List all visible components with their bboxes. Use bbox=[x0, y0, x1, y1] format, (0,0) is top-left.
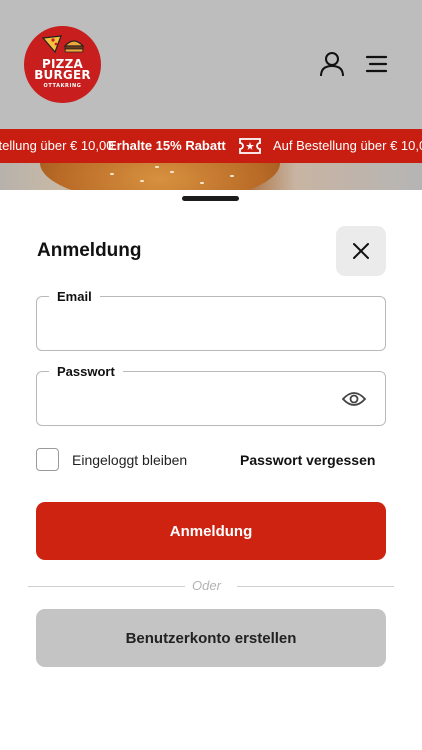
sesame-seed bbox=[170, 171, 174, 173]
brand-logo[interactable]: PIZZA BURGER OTTAKRING bbox=[24, 26, 101, 103]
logo-text-burger: BURGER bbox=[34, 67, 91, 82]
email-label: Email bbox=[49, 289, 100, 304]
password-field[interactable]: Passwort bbox=[36, 364, 386, 426]
coupon-ticket-icon bbox=[239, 138, 261, 154]
eye-icon[interactable] bbox=[341, 389, 367, 409]
login-button[interactable]: Anmeldung bbox=[36, 502, 386, 560]
divider-right bbox=[237, 586, 394, 587]
logo-text-ottakring: OTTAKRING bbox=[43, 82, 82, 89]
user-icon[interactable] bbox=[319, 51, 345, 77]
password-label: Passwort bbox=[49, 364, 123, 379]
food-hero-image bbox=[0, 163, 422, 193]
create-account-button[interactable]: Benutzerkonto erstellen bbox=[36, 609, 386, 667]
promo-banner: stellung über € 10,00 Erhalte 15% Rabatt… bbox=[0, 129, 422, 163]
sheet-title: Anmeldung bbox=[37, 240, 142, 261]
remember-me-label: Eingeloggt bleiben bbox=[72, 452, 188, 468]
close-button[interactable] bbox=[336, 226, 386, 276]
sesame-seed bbox=[155, 166, 159, 168]
sesame-seed bbox=[200, 182, 204, 184]
email-field[interactable]: Email bbox=[36, 289, 386, 351]
sheet-drag-handle[interactable] bbox=[182, 196, 239, 201]
sesame-seed bbox=[140, 180, 144, 182]
app-header: PIZZA BURGER OTTAKRING bbox=[0, 0, 422, 129]
pizza-burger-emblem-icon bbox=[41, 35, 84, 54]
email-input[interactable] bbox=[49, 313, 339, 337]
burger-bun-image bbox=[40, 163, 280, 193]
promo-text-discount: Erhalte 15% Rabatt bbox=[108, 138, 226, 153]
divider-left bbox=[28, 586, 185, 587]
or-separator: Oder bbox=[192, 578, 221, 593]
password-input[interactable] bbox=[49, 388, 339, 412]
forgot-password-link[interactable]: Passwort vergessen bbox=[240, 452, 375, 468]
promo-text-right: Auf Bestellung über € 10,00 bbox=[273, 138, 422, 153]
close-icon bbox=[353, 243, 369, 259]
promo-text-left: stellung über € 10,00 bbox=[0, 138, 114, 153]
login-sheet: Anmeldung Email Passwort Eingeloggt blei… bbox=[0, 190, 422, 750]
hamburger-menu-icon[interactable] bbox=[364, 53, 390, 75]
sesame-seed bbox=[110, 173, 114, 175]
remember-me-checkbox[interactable] bbox=[36, 448, 59, 471]
sesame-seed bbox=[230, 175, 234, 177]
